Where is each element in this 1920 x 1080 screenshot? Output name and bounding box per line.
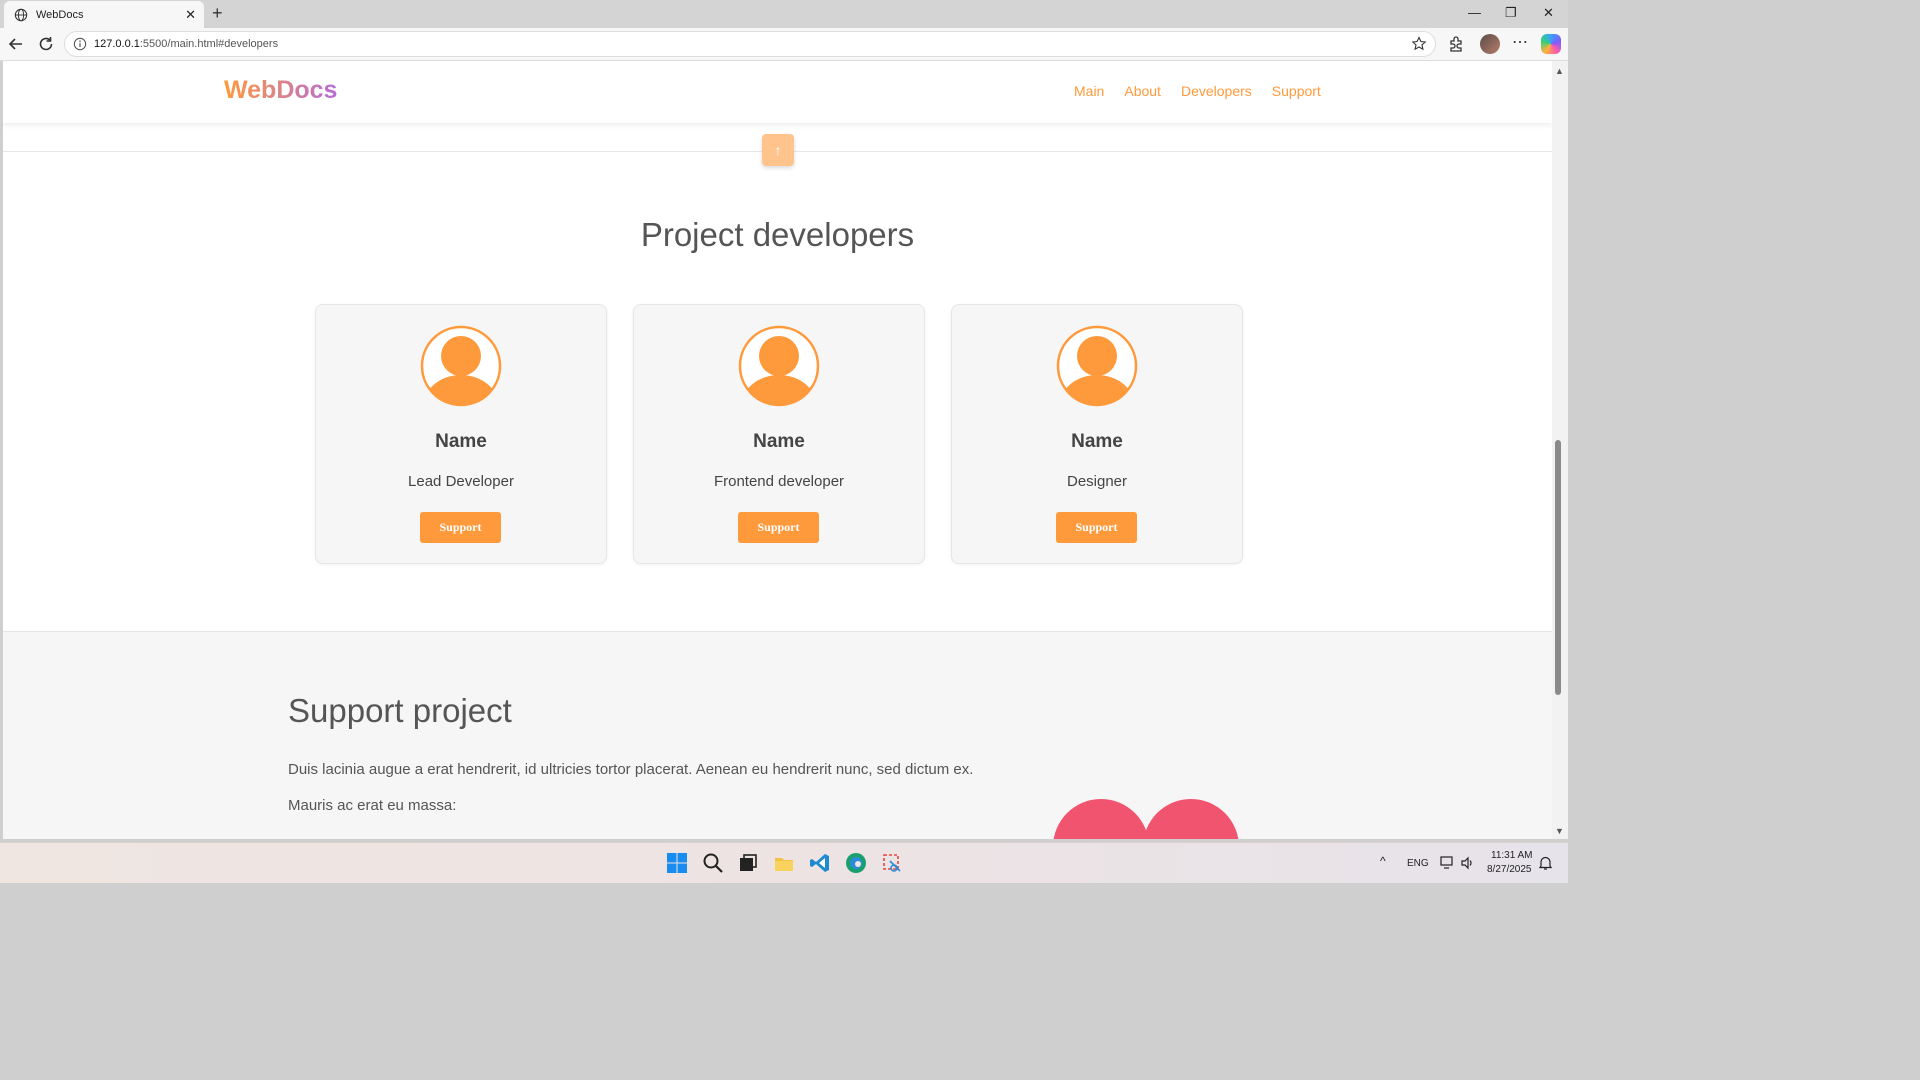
minimize-icon[interactable]: — — [1468, 5, 1481, 20]
page-viewport: WebDocs Main About Developers Support ↑ … — [3, 61, 1552, 839]
edge-browser-icon[interactable] — [845, 852, 867, 874]
task-view-icon[interactable] — [737, 852, 759, 874]
url-text: 127.0.0.1:5500/main.html#developers — [94, 38, 278, 50]
extensions-puzzle-icon[interactable] — [1447, 35, 1465, 53]
reload-icon[interactable] — [36, 34, 56, 54]
network-icon[interactable] — [1440, 856, 1455, 870]
favorite-star-icon[interactable] — [1411, 36, 1427, 52]
close-tab-icon[interactable]: ✕ — [185, 7, 196, 23]
profile-avatar[interactable] — [1480, 34, 1500, 54]
site-header: WebDocs Main About Developers Support — [3, 61, 1552, 123]
scroll-down-arrow-icon[interactable]: ▼ — [1555, 826, 1564, 836]
more-menu-icon[interactable]: ⋯ — [1512, 32, 1530, 51]
support-button[interactable]: Support — [1056, 512, 1137, 543]
new-tab-icon[interactable]: + — [212, 3, 223, 24]
file-explorer-icon[interactable] — [773, 852, 795, 874]
developer-name: Name — [435, 431, 487, 452]
support-paragraph: Duis lacinia augue a erat hendrerit, id … — [288, 761, 974, 778]
browser-tab-strip: WebDocs ✕ + — ❐ ✕ — [0, 0, 1568, 28]
scroll-to-top-button[interactable]: ↑ — [762, 134, 794, 166]
developer-role: Designer — [1066, 473, 1128, 490]
nav-link-developers[interactable]: Developers — [1181, 83, 1252, 99]
nav-link-support[interactable]: Support — [1272, 83, 1321, 99]
support-button[interactable]: Support — [420, 512, 501, 543]
back-arrow-icon[interactable] — [6, 34, 26, 54]
site-info-icon[interactable] — [73, 37, 87, 51]
nav-link-main[interactable]: Main — [1074, 83, 1104, 99]
developer-card: Name Frontend developer Support — [633, 304, 925, 564]
developer-name: Name — [1071, 431, 1123, 452]
search-icon[interactable] — [702, 852, 724, 874]
developer-role: Lead Developer — [408, 473, 514, 490]
clock-time[interactable]: 11:31 AM — [1491, 850, 1533, 861]
scrollbar-thumb[interactable] — [1555, 440, 1561, 695]
windows-start-icon[interactable] — [666, 852, 688, 874]
developer-name: Name — [753, 431, 805, 452]
user-avatar-icon — [1056, 325, 1138, 407]
scroll-up-arrow-icon[interactable]: ▲ — [1555, 66, 1564, 76]
window-close-icon[interactable]: ✕ — [1543, 5, 1554, 21]
copilot-icon[interactable] — [1541, 34, 1561, 54]
developer-card: Name Designer Support — [951, 304, 1243, 564]
site-nav: Main About Developers Support — [1074, 83, 1321, 99]
address-bar[interactable]: 127.0.0.1:5500/main.html#developers — [64, 31, 1436, 57]
url-host: 127.0.0.1 — [94, 38, 140, 50]
notification-bell-icon[interactable] — [1539, 856, 1552, 870]
browser-toolbar: 127.0.0.1:5500/main.html#developers ⋯ — [0, 28, 1568, 61]
browser-tab[interactable]: WebDocs ✕ — [4, 1, 204, 28]
clock-date[interactable]: 8/27/2025 — [1487, 864, 1532, 875]
chevron-up-icon[interactable]: ^ — [1380, 854, 1386, 868]
tab-title: WebDocs — [36, 8, 84, 21]
developer-role: Frontend developer — [713, 473, 845, 490]
site-logo[interactable]: WebDocs — [224, 76, 337, 105]
support-heading: Support project — [288, 692, 512, 729]
nav-link-about[interactable]: About — [1124, 83, 1161, 99]
user-avatar-icon — [738, 325, 820, 407]
language-indicator[interactable]: ENG — [1407, 858, 1429, 869]
developers-heading: Project developers — [640, 216, 915, 253]
support-button[interactable]: Support — [738, 512, 819, 543]
heart-icon — [1053, 799, 1239, 839]
url-path: :5500/main.html#developers — [139, 38, 279, 50]
support-paragraph: Mauris ac erat eu massa: — [288, 797, 457, 814]
vscode-icon[interactable] — [809, 852, 831, 874]
support-section: Support project Duis lacinia augue a era… — [3, 631, 1552, 839]
snipping-tool-icon[interactable] — [881, 852, 903, 874]
windows-taskbar: ^ ENG 11:31 AM 8/27/2025 — [0, 842, 1568, 883]
globe-icon — [14, 8, 28, 21]
volume-icon[interactable] — [1460, 856, 1474, 870]
developer-card: Name Lead Developer Support — [315, 304, 607, 564]
user-avatar-icon — [420, 325, 502, 407]
restore-icon[interactable]: ❐ — [1505, 5, 1517, 21]
